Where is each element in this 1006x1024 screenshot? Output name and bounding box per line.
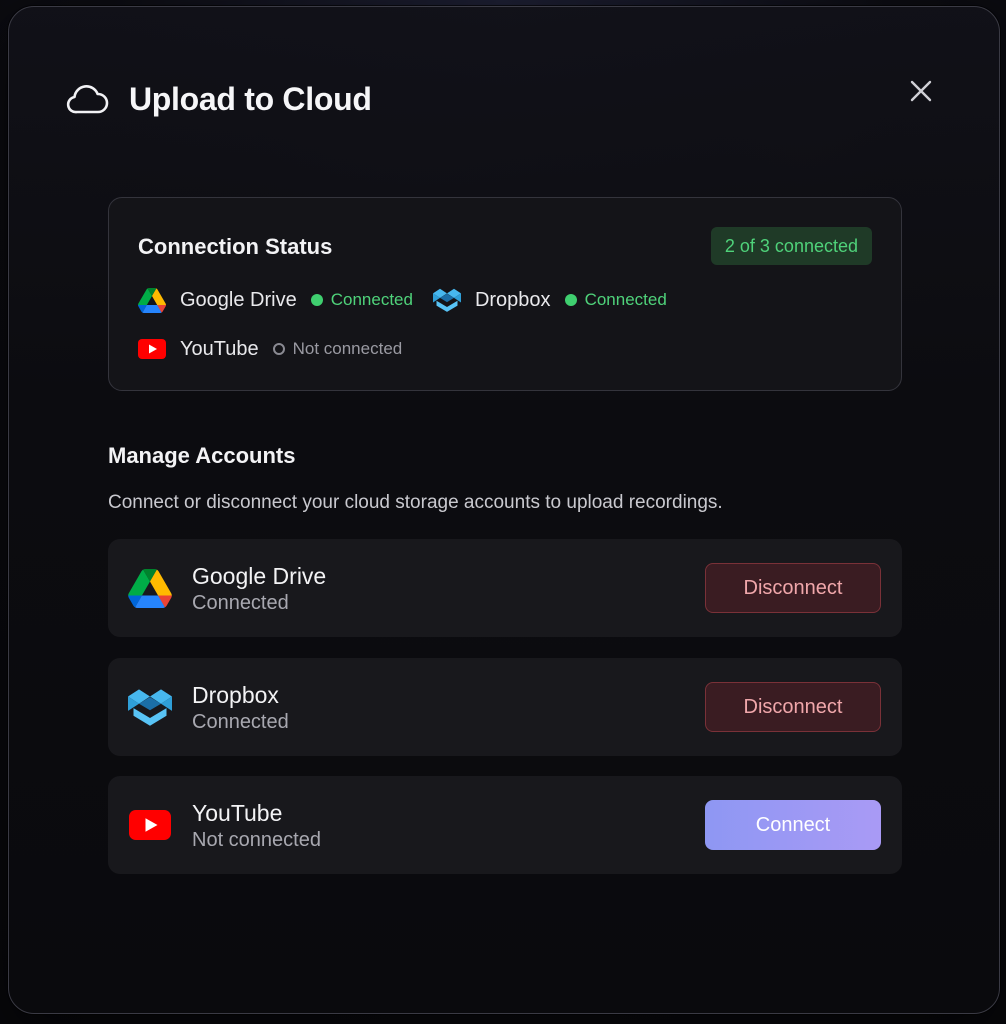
connected-dot-icon	[310, 294, 323, 306]
account-name: YouTube	[192, 800, 283, 826]
account-row-google-drive: Google Drive Connected Disconnect	[108, 539, 902, 637]
service-status: Connected	[584, 290, 667, 309]
youtube-icon	[128, 805, 172, 845]
connection-status-card: Connection Status 2 of 3 connected Googl…	[108, 197, 902, 391]
close-icon[interactable]	[909, 79, 933, 108]
not-connected-dot-icon	[272, 343, 285, 355]
account-status: Not connected	[192, 829, 321, 851]
account-name: Dropbox	[192, 682, 279, 708]
service-name: Dropbox	[474, 288, 551, 311]
youtube-icon	[138, 335, 166, 363]
manage-accounts-description: Connect or disconnect your cloud storage…	[108, 492, 723, 513]
account-status: Connected	[192, 711, 289, 733]
service-status: Connected	[330, 290, 413, 309]
account-row-youtube: YouTube Not connected Connect	[108, 776, 902, 874]
account-row-dropbox: Dropbox Connected Disconnect	[108, 658, 902, 756]
service-name: YouTube	[180, 337, 259, 360]
connected-count-badge: 2 of 3 connected	[710, 227, 872, 265]
account-status: Connected	[192, 592, 289, 614]
close-button[interactable]	[903, 75, 939, 111]
dropbox-icon	[128, 687, 172, 727]
connect-youtube-button[interactable]: Connect	[705, 800, 881, 850]
status-row: YouTube Not connected	[138, 334, 422, 364]
service-status: Not connected	[292, 339, 403, 358]
dialog-title: Upload to Cloud	[129, 80, 372, 117]
dropbox-icon	[432, 286, 461, 314]
upload-dialog: Upload to Cloud Connection Status 2 of 3…	[8, 6, 1000, 1014]
google-drive-icon	[128, 568, 172, 608]
service-name: Google Drive	[180, 288, 297, 311]
status-item-youtube: YouTube Not connected	[138, 335, 402, 363]
disconnect-google-drive-button[interactable]: Disconnect	[705, 563, 881, 613]
cloud-icon	[65, 81, 109, 117]
google-drive-icon	[138, 286, 166, 314]
status-row: Google Drive Connected Dropbox Connected	[138, 285, 687, 315]
connection-status-title: Connection Status	[138, 234, 333, 259]
status-item-dropbox: Dropbox Connected	[432, 286, 667, 314]
account-name: Google Drive	[192, 563, 327, 589]
status-item-google-drive: Google Drive Connected	[138, 286, 413, 314]
connected-dot-icon	[564, 294, 577, 306]
disconnect-dropbox-button[interactable]: Disconnect	[705, 682, 881, 732]
dialog-header: Upload to Cloud	[65, 73, 372, 125]
manage-accounts-title: Manage Accounts	[108, 443, 296, 468]
